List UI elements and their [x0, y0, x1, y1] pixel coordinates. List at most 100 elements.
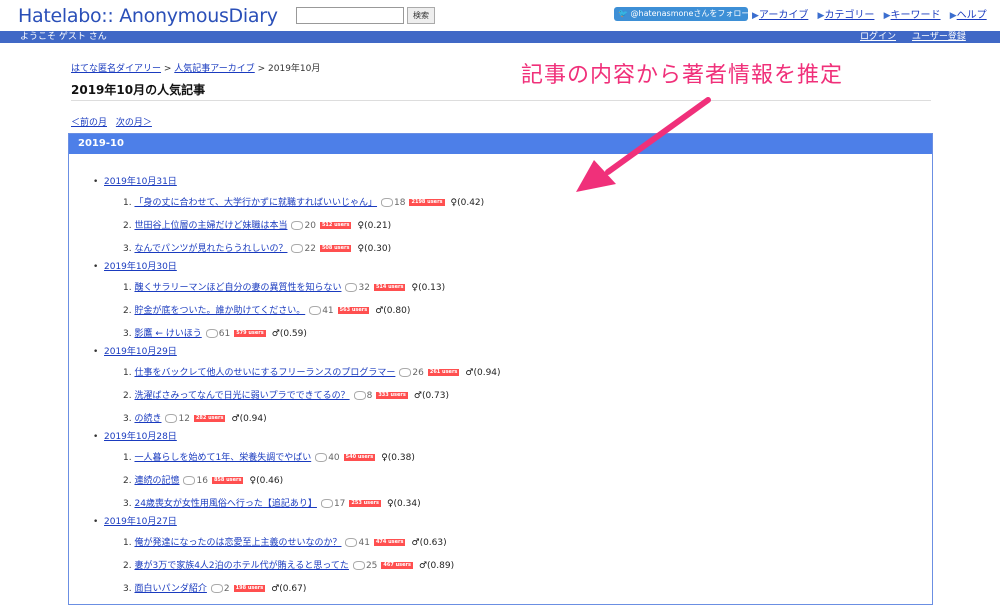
bullet-icon: •	[93, 177, 99, 187]
page-title: 2019年10月の人気記事	[71, 83, 206, 97]
gender-score: (0.63)	[419, 538, 447, 548]
entry-title-link[interactable]: 24歳喪女が女性用風俗へ行った【追記あり】	[134, 499, 316, 509]
register-link[interactable]: ユーザー登録	[912, 31, 966, 43]
entry-number: 2.	[123, 561, 132, 571]
entry-number: 1.	[123, 198, 132, 208]
day-date-link[interactable]: 2019年10月30日	[104, 262, 177, 272]
day-heading: • 2019年10月30日	[93, 261, 501, 273]
day-date-link[interactable]: 2019年10月27日	[104, 517, 177, 527]
bookmark-users-badge[interactable]: 282 users	[193, 415, 226, 422]
comment-count: 17	[333, 499, 346, 509]
entry-row: 1. 醜くサラリーマンほど自分の妻の異質性を知らない 32 514 users ♀(0…	[93, 277, 501, 300]
entry-number: 3.	[123, 414, 132, 424]
bookmark-users-badge[interactable]: 2198 users	[409, 199, 445, 206]
site-logo[interactable]: Hatelabo:: AnonymousDiary	[18, 5, 278, 27]
login-link[interactable]: ログイン	[860, 31, 896, 43]
comment-count: 41	[322, 306, 334, 316]
comment-bubble-icon	[345, 283, 358, 292]
breadcrumb-current: 2019年10月	[268, 64, 321, 74]
entry-title-link[interactable]: なんでパンツが見れたらうれしいの？	[134, 244, 287, 254]
bookmark-users-badge[interactable]: 253 users	[349, 500, 381, 507]
search-input[interactable]	[296, 7, 404, 24]
gender-score: (0.38)	[387, 453, 415, 463]
bookmark-users-badge[interactable]: 512 users	[319, 222, 352, 229]
entry-title-link[interactable]: の続き	[134, 414, 161, 424]
entry-title-link[interactable]: 妻が3万で家族4人2泊のホテル代が賄えると思ってた	[134, 561, 348, 571]
bookmark-users-badge[interactable]: 514 users	[373, 284, 406, 291]
day-heading: • 2019年10月27日	[93, 516, 501, 528]
nav-archive[interactable]: アーカイブ	[759, 10, 808, 21]
comment-bubble-icon	[183, 476, 196, 485]
day-date-link[interactable]: 2019年10月29日	[104, 347, 177, 357]
bookmark-users-badge[interactable]: 563 users	[337, 307, 370, 314]
day-heading: • 2019年10月28日	[93, 431, 501, 443]
bullet-icon: •	[93, 432, 99, 442]
next-month-link[interactable]: 次の月＞	[116, 118, 152, 128]
top-nav: ▶アーカイブ ▶カテゴリー ▶キーワード ▶ヘルプ	[752, 6, 993, 21]
entry-title-link[interactable]: 面白いパンダ紹介	[134, 584, 206, 594]
entry-number: 3.	[123, 244, 132, 254]
bookmark-users-badge[interactable]: 333 users	[376, 392, 408, 399]
nav-help[interactable]: ヘルプ	[957, 10, 987, 21]
day-date-link[interactable]: 2019年10月31日	[104, 177, 177, 187]
bookmark-users-badge[interactable]: 540 users	[343, 454, 376, 461]
entry-row: 2. 貯金が底をついた。誰か助けてください。 41 563 users ♂(0.80)	[93, 300, 501, 323]
comment-count: 18	[394, 198, 406, 208]
nav-keyword[interactable]: キーワード	[891, 10, 941, 21]
bookmark-users-badge[interactable]: 261 users	[427, 369, 460, 376]
bookmark-users-badge[interactable]: 474 users	[373, 539, 406, 546]
day-group: • 2019年10月31日 1. 「身の丈に合わせて、大学行かずに就職すればいいじゃ…	[93, 176, 501, 261]
bookmark-users-badge[interactable]: 579 users	[234, 330, 266, 337]
user-bar: ようこそ ゲスト さん ログイン ユーザー登録	[0, 31, 1000, 43]
entry-title-link[interactable]: 俺が発達になったのは恋愛至上主義のせいなのか？	[134, 538, 341, 548]
comment-count: 22	[304, 244, 316, 254]
comment-bubble-icon	[320, 499, 333, 508]
entry-title-link[interactable]: 「身の丈に合わせて、大学行かずに就職すればいいじゃん」	[134, 198, 377, 208]
entry-number: 2.	[123, 476, 132, 486]
nav-category[interactable]: カテゴリー	[824, 10, 874, 21]
entry-row: 1. 一人暮らしを始めて1年、栄養失調でやばい 40 540 users ♀(0.38…	[93, 447, 501, 470]
gender-score: (0.46)	[256, 476, 284, 486]
comment-bubble-icon	[353, 391, 366, 400]
bookmark-users-badge[interactable]: 467 users	[381, 562, 413, 569]
entry-title-link[interactable]: 醜くサラリーマンほど自分の妻の異質性を知らない	[134, 283, 341, 293]
entry-title-link[interactable]: 洗濯ばさみってなんで日光に弱いプラでできてるの？	[134, 391, 349, 401]
comment-bubble-icon	[165, 414, 178, 423]
entry-title-link[interactable]: 一人暮らしを始めて1年、栄養失調でやばい	[134, 453, 311, 463]
breadcrumb-archive[interactable]: 人気記事アーカイブ	[174, 64, 254, 74]
section-header: 2019-10	[69, 134, 932, 154]
bookmark-users-badge[interactable]: 508 users	[319, 245, 352, 252]
entry-title-link[interactable]: 貯金が底をついた。誰か助けてください。	[134, 306, 305, 316]
gender-score: (0.13)	[418, 283, 446, 293]
comment-count: 40	[328, 453, 340, 463]
day-date-link[interactable]: 2019年10月28日	[104, 432, 177, 442]
bookmark-users-badge[interactable]: 198 users	[233, 585, 266, 592]
entry-title-link[interactable]: 世田谷上位層の主婦だけど妹職は本当	[134, 221, 287, 231]
gender-icon: ♂	[271, 329, 280, 339]
comment-bubble-icon	[315, 453, 328, 462]
breadcrumb: はてな匿名ダイアリー > 人気記事アーカイブ > 2019年10月	[71, 64, 321, 74]
bookmark-users-badge[interactable]: 858 users	[211, 477, 244, 484]
entry-title-link[interactable]: 影鷹 ← けいほう	[134, 329, 201, 339]
entry-row: 1. 仕事をバックレて他人のせいにするフリーランスのプログラマー 26 261 us…	[93, 362, 501, 385]
day-group: • 2019年10月27日 1. 俺が発達になったのは恋愛至上主義のせいなのか？ 41…	[93, 516, 501, 601]
gender-score: (0.73)	[421, 391, 449, 401]
entry-row: 1. 「身の丈に合わせて、大学行かずに就職すればいいじゃん」 18 2198 use…	[93, 192, 501, 215]
gender-score: (0.42)	[457, 198, 485, 208]
gender-icon: ♀	[386, 499, 394, 509]
day-group: • 2019年10月28日 1. 一人暮らしを始めて1年、栄養失調でやばい 40 540…	[93, 431, 501, 516]
breadcrumb-home[interactable]: はてな匿名ダイアリー	[71, 64, 161, 74]
prev-month-link[interactable]: ＜前の月	[71, 118, 107, 128]
comment-bubble-icon	[291, 221, 304, 230]
entry-number: 2.	[123, 391, 132, 401]
arrow-icon: ▶	[883, 11, 891, 21]
comment-bubble-icon	[309, 306, 322, 315]
divider	[71, 100, 931, 101]
entry-number: 3.	[123, 329, 132, 339]
twitter-follow-button[interactable]: 🐦 @hatenasmoneさんをフォロー	[614, 7, 748, 21]
entry-title-link[interactable]: 仕事をバックレて他人のせいにするフリーランスのプログラマー	[134, 368, 395, 378]
search-button[interactable]: 検索	[407, 7, 435, 24]
comment-bubble-icon	[381, 198, 394, 207]
entry-title-link[interactable]: 連続の記憶	[134, 476, 179, 486]
month-section: 2019-10 • 2019年10月31日 1. 「身の丈に合わせて、大学行かずに就…	[68, 133, 933, 605]
